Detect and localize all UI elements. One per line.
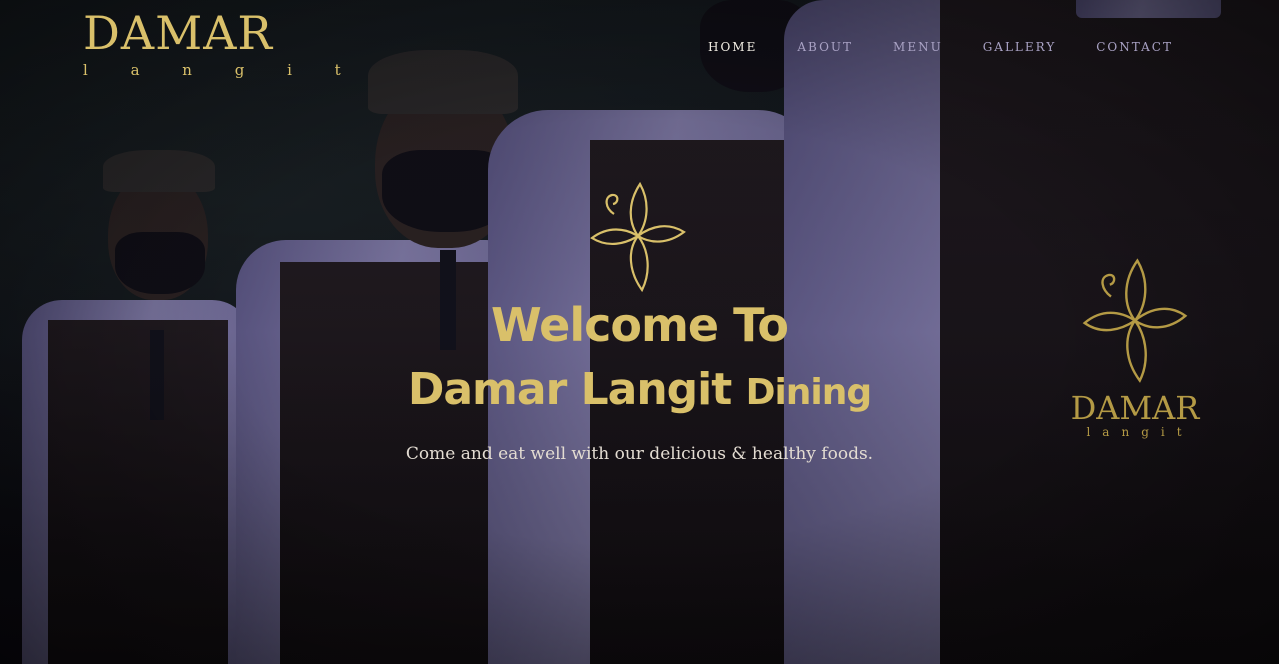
apron-logo-sub: langit	[1086, 425, 1194, 439]
hero-title-line1: Welcome To	[491, 298, 789, 352]
nav-gallery[interactable]: GALLERY	[983, 40, 1057, 54]
hero-title-small: Dining	[745, 372, 873, 413]
main-navigation: HOME ABOUT MENU GALLERY CONTACT	[708, 40, 1213, 54]
floral-cross-icon	[590, 181, 686, 293]
nav-about[interactable]: ABOUT	[797, 40, 853, 54]
hero-tagline: Come and eat well with our delicious & h…	[405, 444, 874, 464]
hero-section: DAMAR langit DAMAR l a n g i t HOME ABOU…	[0, 0, 1279, 664]
hero-title-line2: Damar Langit Dining	[0, 364, 1279, 415]
brand-name: DAMAR	[83, 6, 274, 60]
nav-home[interactable]: HOME	[708, 40, 757, 54]
nav-menu[interactable]: MENU	[893, 40, 943, 54]
brand-tagline: l a n g i t	[83, 61, 360, 79]
nav-contact[interactable]: CONTACT	[1096, 40, 1173, 54]
brand-logo[interactable]: DAMAR l a n g i t	[83, 8, 360, 80]
hero-title-main: Damar Langit	[407, 364, 732, 415]
